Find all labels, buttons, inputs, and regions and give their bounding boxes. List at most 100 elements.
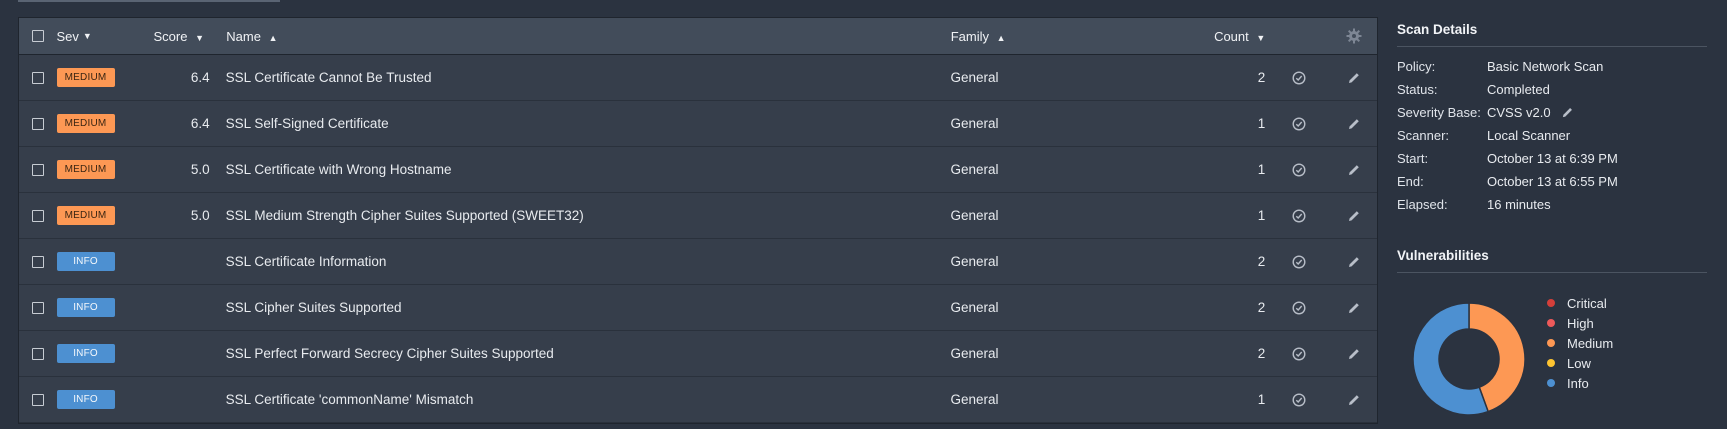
check-circle-icon[interactable] [1267, 300, 1331, 315]
donut-chart[interactable] [1399, 289, 1539, 429]
score-cell: 6.4 [190, 116, 210, 131]
detail-row: Start: October 13 at 6:39 PM [1397, 147, 1707, 170]
severity-badge: MEDIUM [56, 68, 115, 87]
count-cell: 2 [1257, 346, 1266, 361]
detail-value-text: 16 minutes [1487, 197, 1551, 212]
row-checkbox[interactable] [31, 347, 44, 360]
detail-row: Elapsed: 16 minutes [1397, 193, 1707, 216]
row-checkbox-cell [19, 209, 57, 222]
detail-label: Elapsed: [1397, 197, 1448, 212]
plugin-name[interactable]: SSL Cipher Suites Supported [226, 300, 951, 315]
vulnerabilities-title: Vulnerabilities [1397, 248, 1707, 273]
gear-icon[interactable] [1331, 28, 1377, 44]
check-circle-icon[interactable] [1267, 116, 1331, 131]
severity-badge: MEDIUM [56, 160, 115, 179]
count-cell: 2 [1257, 70, 1266, 85]
right-panel: Scan Details Policy: Basic Network Scan St… [1397, 22, 1707, 423]
vulnerabilities-section: Vulnerabilities Critical High Medium Low Inf… [1397, 248, 1707, 423]
select-all-checkbox[interactable] [31, 30, 44, 42]
row-checkbox-cell [19, 393, 57, 406]
plugin-name[interactable]: SSL Self-Signed Certificate [226, 116, 951, 131]
pencil-icon[interactable] [1331, 301, 1377, 315]
row-checkbox[interactable] [31, 255, 44, 268]
row-checkbox[interactable] [31, 117, 44, 130]
table-row[interactable]: INFO SSL Certificate Information General 2 [19, 239, 1377, 285]
detail-value: October 13 at 6:39 PM [1487, 151, 1618, 166]
pencil-icon[interactable] [1331, 71, 1377, 85]
row-checkbox-cell [19, 255, 57, 268]
column-header-count[interactable]: Count ▼ [1177, 29, 1268, 44]
pencil-icon[interactable] [1561, 106, 1574, 119]
legend-item[interactable]: Info [1545, 373, 1613, 393]
check-circle-icon[interactable] [1267, 346, 1331, 361]
table-row[interactable]: MEDIUM 6.4 SSL Certificate Cannot Be Trust… [19, 55, 1377, 101]
legend-item[interactable]: Low [1545, 353, 1613, 373]
count-cell: 2 [1257, 254, 1266, 269]
column-header-sev[interactable]: Sev ▼ [57, 29, 134, 44]
detail-value-text: October 13 at 6:39 PM [1487, 151, 1618, 166]
family-cell: General [950, 116, 999, 131]
table-row[interactable]: MEDIUM 5.0 SSL Certificate with Wrong Host… [19, 147, 1377, 193]
detail-value-text: Local Scanner [1487, 128, 1571, 143]
pencil-icon[interactable] [1331, 209, 1377, 223]
plugin-name[interactable]: SSL Certificate with Wrong Hostname [226, 162, 951, 177]
plugin-name[interactable]: SSL Certificate 'commonName' Mismatch [226, 392, 951, 407]
sev-header-label: Sev [56, 28, 79, 44]
check-circle-icon[interactable] [1267, 254, 1331, 269]
row-checkbox[interactable] [31, 209, 44, 222]
top-search-underline [18, 0, 280, 2]
sort-desc-icon: ▼ [1256, 32, 1266, 43]
legend-dot [1547, 359, 1555, 367]
row-checkbox[interactable] [31, 163, 44, 176]
family-cell: General [950, 346, 999, 361]
detail-value-text: Completed [1487, 82, 1550, 97]
column-header-name[interactable]: Name ▲ [226, 29, 950, 44]
row-checkbox[interactable] [31, 71, 44, 84]
table-row[interactable]: INFO SSL Certificate 'commonName' Mismatc… [19, 377, 1377, 423]
check-circle-icon[interactable] [1267, 70, 1331, 85]
table-row[interactable]: MEDIUM 5.0 SSL Medium Strength Cipher Suit… [19, 193, 1377, 239]
pencil-icon[interactable] [1331, 347, 1377, 361]
severity-cell: INFO [56, 298, 134, 317]
detail-value: Local Scanner [1487, 128, 1570, 143]
legend-item[interactable]: High [1545, 313, 1613, 333]
family-cell: General [950, 254, 999, 269]
detail-value: October 13 at 6:55 PM [1487, 174, 1618, 189]
legend-item[interactable]: Medium [1545, 333, 1613, 353]
severity-badge: INFO [56, 298, 115, 317]
count-cell: 1 [1257, 208, 1266, 223]
pencil-icon[interactable] [1331, 255, 1377, 269]
severity-cell: INFO [56, 390, 134, 409]
legend-dot [1547, 379, 1555, 387]
family-cell: General [950, 162, 999, 177]
detail-value-text: October 13 at 6:55 PM [1487, 174, 1618, 189]
legend-dot [1547, 319, 1555, 327]
table-row[interactable]: INFO SSL Cipher Suites Supported General 2 [19, 285, 1377, 331]
count-header-label: Count [1214, 28, 1249, 44]
detail-row: Scanner: Local Scanner [1397, 124, 1707, 147]
detail-value: CVSS v2.0 [1487, 105, 1574, 120]
table-row[interactable]: INFO SSL Perfect Forward Secrecy Cipher S… [19, 331, 1377, 377]
pencil-icon[interactable] [1331, 163, 1377, 177]
table-row[interactable]: MEDIUM 6.4 SSL Self-Signed Certificate Gene… [19, 101, 1377, 147]
column-header-family[interactable]: Family ▲ [951, 29, 1177, 44]
pencil-icon[interactable] [1331, 393, 1377, 407]
plugin-name[interactable]: SSL Medium Strength Cipher Suites Suppor… [226, 208, 951, 223]
row-checkbox[interactable] [31, 393, 44, 406]
table-body: MEDIUM 6.4 SSL Certificate Cannot Be Trust… [19, 55, 1377, 423]
legend-item[interactable]: Critical [1545, 293, 1613, 313]
column-header-score[interactable]: Score ▼ [133, 29, 226, 44]
check-circle-icon[interactable] [1267, 162, 1331, 177]
row-checkbox[interactable] [31, 301, 44, 314]
family-cell: General [950, 392, 999, 407]
sort-asc-icon: ▲ [268, 32, 278, 43]
plugin-name[interactable]: SSL Certificate Cannot Be Trusted [226, 70, 951, 85]
pencil-icon[interactable] [1331, 117, 1377, 131]
plugin-name[interactable]: SSL Certificate Information [226, 254, 951, 269]
severity-badge: INFO [56, 252, 115, 271]
check-circle-icon[interactable] [1267, 208, 1331, 223]
count-cell: 1 [1257, 116, 1266, 131]
plugin-name[interactable]: SSL Perfect Forward Secrecy Cipher Suite… [226, 346, 951, 361]
check-circle-icon[interactable] [1267, 392, 1331, 407]
count-cell: 1 [1257, 162, 1266, 177]
